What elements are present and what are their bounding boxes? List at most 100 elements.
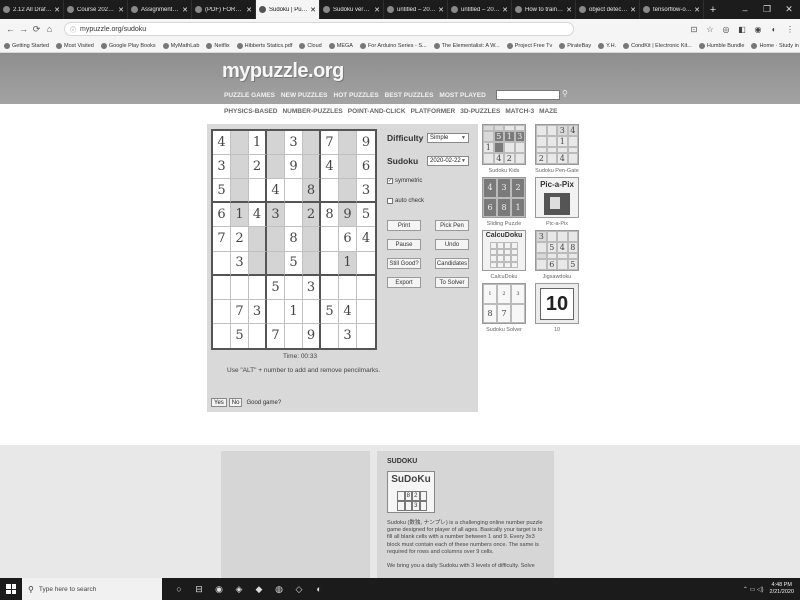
url-input[interactable]: ⓘ mypuzzle.org/sudoku xyxy=(64,22,574,36)
category-link[interactable]: MAZE xyxy=(539,108,557,115)
difficulty-select[interactable]: Simple ▼ xyxy=(427,133,469,143)
sudoku-cell[interactable]: 9 xyxy=(285,155,303,180)
sudoku-cell[interactable]: 2 xyxy=(249,155,267,180)
sudoku-cell[interactable]: 8 xyxy=(285,227,303,252)
sudoku-cell[interactable] xyxy=(285,203,303,228)
bookmark-item[interactable]: Project Free Tv xyxy=(506,42,552,49)
site-nav-link[interactable]: PUZZLE GAMES xyxy=(224,92,275,99)
thumb-caption[interactable]: Jigsawdoku xyxy=(532,274,582,280)
site-logo[interactable]: mypuzzle.org xyxy=(222,60,344,83)
thumb-sliding-puzzle[interactable]: 432 681 xyxy=(482,177,526,218)
sudoku-cell[interactable]: 5 xyxy=(213,179,231,204)
close-tab-icon[interactable]: ✕ xyxy=(438,6,444,14)
close-tab-icon[interactable]: ✕ xyxy=(182,6,188,14)
site-search-input[interactable] xyxy=(496,90,560,100)
browser-tab[interactable]: Sudoku very diffi✕ xyxy=(320,0,384,19)
close-tab-icon[interactable]: ✕ xyxy=(630,6,636,14)
sudoku-cell[interactable]: 4 xyxy=(213,131,231,156)
home-button[interactable]: ⌂ xyxy=(43,24,56,34)
symmetric-checkbox[interactable]: ✓ symmetric xyxy=(387,178,422,184)
sudoku-cell[interactable] xyxy=(357,324,375,348)
sudoku-cell[interactable] xyxy=(231,155,249,180)
sudoku-cell[interactable] xyxy=(339,155,357,180)
browser-tab[interactable]: Assignment3.pdf✕ xyxy=(128,0,192,19)
category-link[interactable]: 3D-PUZZLES xyxy=(460,108,500,115)
site-nav-link[interactable]: MOST PLAYED xyxy=(439,92,485,99)
sudoku-cell[interactable]: 3 xyxy=(303,275,321,300)
toolbar-extension-icon[interactable]: ◧ xyxy=(736,23,748,35)
sudoku-cell[interactable]: 3 xyxy=(357,179,375,204)
sudoku-cell[interactable]: 7 xyxy=(231,299,249,324)
sudoku-cell[interactable] xyxy=(357,300,375,324)
bookmark-item[interactable]: Getting Started xyxy=(4,42,49,49)
autocheck-checkbox[interactable]: auto check xyxy=(387,198,424,204)
sudoku-cell[interactable]: 7 xyxy=(321,131,339,156)
sudoku-cell[interactable] xyxy=(231,275,249,300)
sudoku-cell[interactable]: 5 xyxy=(285,251,303,276)
bookmark-item[interactable]: The Elementalist: A W... xyxy=(433,42,500,49)
tray-icons[interactable]: ⌃ ▭ ◁) xyxy=(743,586,764,593)
sudoku-cell[interactable] xyxy=(213,323,231,348)
sudoku-cell[interactable] xyxy=(339,275,357,300)
info-icon[interactable]: ⓘ xyxy=(70,25,76,34)
yes-button[interactable]: Yes xyxy=(211,398,227,407)
toolbar-extension-icon[interactable]: ⊡ xyxy=(688,23,700,35)
sudoku-cell[interactable] xyxy=(213,275,231,300)
sudoku-cell[interactable] xyxy=(321,323,339,348)
sudoku-cell[interactable]: 6 xyxy=(213,203,231,228)
restore-button[interactable]: ❐ xyxy=(756,0,778,19)
taskbar-app-icon[interactable]: ⊟ xyxy=(192,582,206,596)
sudoku-cell[interactable] xyxy=(303,131,321,156)
sudoku-cell[interactable]: 1 xyxy=(231,203,249,228)
toolbar-extension-icon[interactable]: ⋮ xyxy=(784,23,796,35)
taskbar-app-icon[interactable]: ◉ xyxy=(212,582,226,596)
sudoku-cell[interactable] xyxy=(267,227,285,252)
sudoku-cell[interactable]: 6 xyxy=(339,227,357,252)
sudoku-cell[interactable]: 3 xyxy=(267,203,285,228)
taskbar-app-icon[interactable]: ◈ xyxy=(232,582,246,596)
browser-tab[interactable]: untitled – 2020030✕ xyxy=(384,0,448,19)
browser-tab[interactable]: 2.12 All Draft – Out✕ xyxy=(0,0,64,19)
sudoku-cell[interactable] xyxy=(339,131,357,156)
taskbar-app-icon[interactable]: ○ xyxy=(172,582,186,596)
sudoku-cell[interactable]: 4 xyxy=(339,299,357,324)
close-tab-icon[interactable]: ✕ xyxy=(566,6,572,14)
sudoku-cell[interactable] xyxy=(303,227,321,252)
sudoku-cell[interactable] xyxy=(231,179,249,204)
browser-tab[interactable]: object detection ✕ xyxy=(576,0,640,19)
bookmark-item[interactable]: For Arduino Series - S... xyxy=(359,42,427,49)
thumb-caption[interactable]: Sudoku Pen-Gate xyxy=(532,168,582,174)
sudoku-cell[interactable] xyxy=(249,179,267,204)
checkbox-autocheck[interactable] xyxy=(387,198,393,204)
sudoku-cell[interactable] xyxy=(339,179,357,204)
sudoku-cell[interactable]: 4 xyxy=(267,179,285,204)
thumb-jigsawdoku[interactable]: 3 548 65 xyxy=(535,230,579,271)
close-tab-icon[interactable]: ✕ xyxy=(118,6,124,14)
browser-tab[interactable]: Course 2020D1 lo✕ xyxy=(64,0,128,19)
sudoku-cell[interactable] xyxy=(357,276,375,300)
browser-tab[interactable]: (PDF) FORECASTI✕ xyxy=(192,0,256,19)
sudoku-cell[interactable]: 5 xyxy=(357,203,375,228)
sudoku-cell[interactable]: 1 xyxy=(249,131,267,156)
sudoku-cell[interactable]: 1 xyxy=(339,251,357,276)
close-tab-icon[interactable]: ✕ xyxy=(54,6,60,14)
thumb-sudoku-kids[interactable]: 513 1 42 xyxy=(482,124,526,165)
bookmark-item[interactable]: Google Play Books xyxy=(100,42,156,49)
taskbar-app-icon[interactable]: ◇ xyxy=(292,582,306,596)
sudoku-cell[interactable]: 3 xyxy=(339,323,357,348)
bookmark-item[interactable]: CondKit | Electronic Kit... xyxy=(623,42,692,49)
sudoku-cell[interactable] xyxy=(321,251,339,276)
sudoku-cell[interactable] xyxy=(285,179,303,204)
to-solver-button[interactable]: To Solver xyxy=(435,277,469,288)
toolbar-extension-icon[interactable]: ◐ xyxy=(768,23,780,35)
sudoku-cell[interactable]: 7 xyxy=(267,323,285,348)
sudoku-cell[interactable]: 3 xyxy=(249,299,267,324)
sudoku-board[interactable]: 4137932946548361432895728643515373154579… xyxy=(211,129,377,350)
thumb-caption[interactable]: Sudoku Kids xyxy=(479,168,529,174)
sudoku-cell[interactable]: 6 xyxy=(357,155,375,180)
back-button[interactable]: ← xyxy=(4,24,17,34)
taskbar-app-icon[interactable]: ◍ xyxy=(272,582,286,596)
export-button[interactable]: Export xyxy=(387,277,421,288)
browser-tab[interactable]: untitled – 2020030✕ xyxy=(448,0,512,19)
pause-button[interactable]: Pause xyxy=(387,239,421,250)
